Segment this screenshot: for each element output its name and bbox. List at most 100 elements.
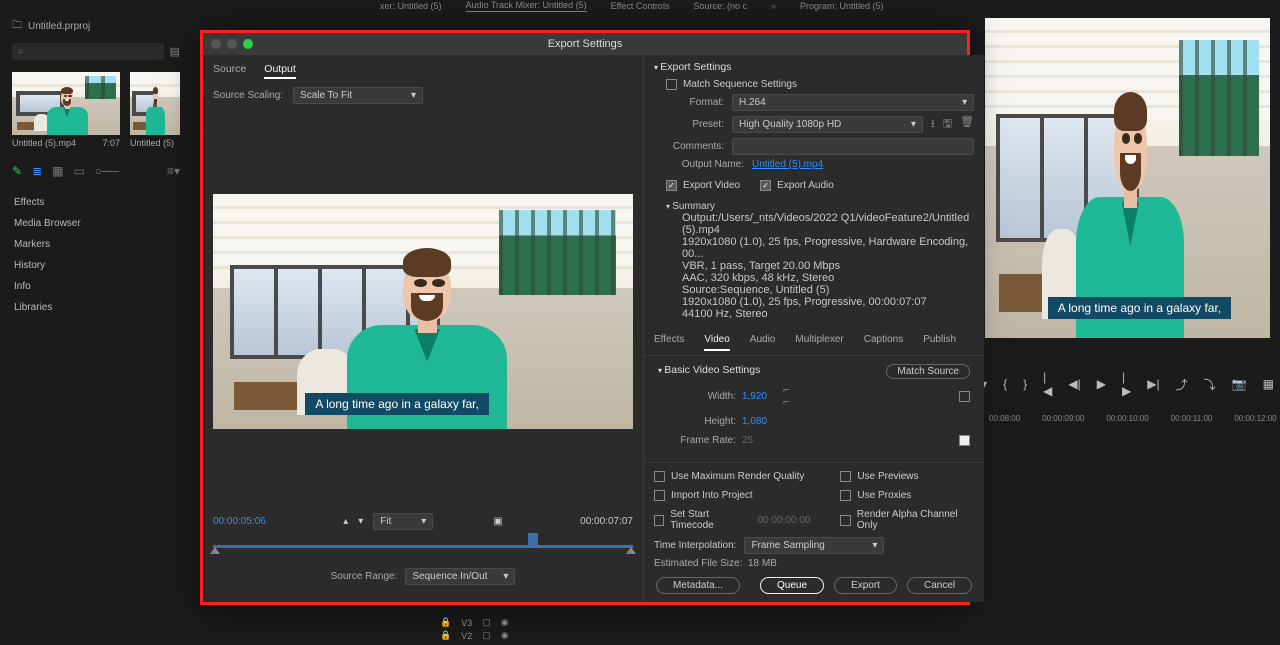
etab-video[interactable]: Video	[704, 334, 729, 351]
close-icon[interactable]	[211, 39, 221, 49]
tab-source[interactable]: Source	[213, 63, 246, 79]
time-interp-select[interactable]: Frame Sampling▾	[744, 537, 884, 554]
timeline-ruler[interactable]: 00:08:00 00:00:09:00 00:00:10:00 00:00:1…	[985, 414, 1270, 423]
nav-item-history[interactable]: History	[6, 255, 186, 276]
format-select[interactable]: H.264▾	[732, 94, 974, 111]
width-override-checkbox[interactable]	[959, 391, 970, 402]
output-name-link[interactable]: Untitled (5).mp4	[752, 159, 823, 170]
time-interp-label: Time Interpolation:	[654, 540, 736, 551]
aspect-icon[interactable]: ▣	[493, 516, 502, 527]
iconview-icon[interactable]: ▦	[52, 164, 63, 178]
source-range-select[interactable]: Sequence In/Out▾	[405, 568, 515, 585]
use-proxies-checkbox[interactable]	[840, 490, 851, 501]
export-settings-dialog: Export Settings Source Output Source Sca…	[200, 30, 970, 605]
lift-icon[interactable]: ⤴	[1176, 376, 1188, 393]
nav-item-libraries[interactable]: Libraries	[6, 297, 186, 318]
save-preset-icon[interactable]: ⭳	[931, 115, 935, 134]
maximize-icon[interactable]	[243, 39, 253, 49]
track-label[interactable]: V3	[461, 618, 472, 628]
export-button[interactable]: Export	[834, 577, 897, 594]
freeform-icon[interactable]: ▭	[73, 164, 84, 178]
nav-item-markers[interactable]: Markers	[6, 234, 186, 255]
track-label[interactable]: V2	[461, 631, 472, 641]
tab-output[interactable]: Output	[264, 63, 296, 79]
widgets-icon[interactable]: ▦	[1263, 377, 1274, 391]
clip-thumbnail[interactable]: Untitled (5).mp47:07	[12, 72, 120, 148]
ws-tab-overflow[interactable]: »	[771, 1, 776, 11]
sort-icon[interactable]: ≡▾	[167, 164, 180, 178]
export-audio-checkbox[interactable]: ✓	[760, 180, 771, 191]
etab-audio[interactable]: Audio	[750, 334, 776, 351]
preset-select[interactable]: High Quality 1080p HD▾	[732, 116, 923, 133]
nav-item-media-browser[interactable]: Media Browser	[6, 213, 186, 234]
step-back-icon[interactable]: |◀	[1043, 370, 1052, 398]
track-toggle-icon[interactable]: ▢	[482, 617, 491, 628]
match-sequence-checkbox[interactable]	[666, 79, 677, 90]
track-lock-icon[interactable]: 🔒	[440, 617, 451, 628]
clip-thumbnail[interactable]: Untitled (5)	[130, 72, 180, 148]
set-start-tc-checkbox[interactable]	[654, 515, 664, 526]
track-eye-icon[interactable]: ◉	[501, 617, 509, 628]
zoom-slider[interactable]: ○──	[95, 164, 119, 178]
zoom-fit-select[interactable]: Fit▾	[373, 513, 433, 530]
framerate-value[interactable]: 25	[742, 435, 753, 446]
framerate-override-checkbox[interactable]	[959, 435, 970, 446]
camera-icon[interactable]: 📷	[1232, 377, 1247, 391]
list-view-icon[interactable]: ▤	[170, 45, 180, 58]
ruler-mark: 00:08:00	[989, 414, 1020, 423]
delete-preset-icon[interactable]: 🗑	[960, 115, 974, 134]
cancel-button[interactable]: Cancel	[907, 577, 972, 594]
search-input[interactable]	[12, 43, 164, 60]
track-eye-icon[interactable]: ◉	[501, 630, 509, 641]
pen-icon[interactable]: ✎	[12, 164, 22, 178]
prev-frame-icon[interactable]: ◀|	[1068, 377, 1080, 391]
ruler-mark: 00:00:11:00	[1171, 414, 1213, 423]
queue-button[interactable]: Queue	[760, 577, 824, 594]
source-scaling-select[interactable]: Scale To Fit▾	[293, 87, 423, 104]
prev-icon[interactable]: ▴	[343, 516, 348, 527]
nav-item-effects[interactable]: Effects	[6, 192, 186, 213]
step-fwd-icon[interactable]: ▶|	[1147, 377, 1159, 391]
etab-publish[interactable]: Publish	[923, 334, 956, 351]
export-settings-header[interactable]: Export Settings	[654, 61, 974, 73]
preview-scrubber[interactable]	[213, 536, 633, 556]
ws-tab-item[interactable]: xer: Untitled (5)	[380, 1, 442, 11]
track-lock-icon[interactable]: 🔒	[440, 630, 451, 641]
export-preview[interactable]: A long time ago in a galaxy far,	[213, 194, 633, 429]
match-source-button[interactable]: Match Source	[886, 364, 970, 379]
minimize-icon[interactable]	[227, 39, 237, 49]
extract-icon[interactable]: ⤵	[1204, 376, 1216, 393]
ws-tab-item[interactable]: Source: (no c	[693, 1, 747, 11]
bin-row[interactable]: 🗀 Untitled.prproj	[6, 14, 186, 39]
metadata-button[interactable]: Metadata...	[656, 577, 740, 594]
timecode-out[interactable]: 00:00:07:07	[580, 516, 633, 527]
etab-multiplexer[interactable]: Multiplexer	[795, 334, 843, 351]
ws-tab-item[interactable]: Audio Track Mixer: Untitled (5)	[466, 0, 587, 12]
track-toggle-icon[interactable]: ▢	[482, 630, 491, 641]
timecode-in[interactable]: 00:00:05:06	[213, 516, 266, 527]
next-frame-icon[interactable]: |▶	[1122, 370, 1131, 398]
etab-effects[interactable]: Effects	[654, 334, 684, 351]
import-preset-icon[interactable]: 🖫	[943, 115, 952, 134]
etab-captions[interactable]: Captions	[864, 334, 903, 351]
ws-tab-item[interactable]: Effect Controls	[611, 1, 670, 11]
nav-item-info[interactable]: Info	[6, 276, 186, 297]
export-video-checkbox[interactable]: ✓	[666, 180, 677, 191]
width-value[interactable]: 1,920	[742, 391, 767, 402]
import-project-checkbox[interactable]	[654, 490, 665, 501]
comments-input[interactable]	[732, 138, 974, 155]
mark-out-icon[interactable]: }	[1023, 377, 1027, 391]
use-previews-checkbox[interactable]	[840, 471, 851, 482]
height-value[interactable]: 1,080	[742, 416, 767, 427]
max-render-quality-checkbox[interactable]	[654, 471, 665, 482]
play-icon[interactable]: ▶	[1097, 377, 1106, 391]
render-alpha-checkbox[interactable]	[840, 515, 851, 526]
mark-in-icon[interactable]: {	[1003, 377, 1007, 391]
next-icon[interactable]: ▾	[358, 516, 363, 527]
listview-icon[interactable]: ≣	[32, 164, 42, 178]
link-dimensions-icon[interactable]: ⌐⌐	[783, 384, 789, 408]
ws-tab-item[interactable]: Program: Untitled (5)	[800, 1, 884, 11]
playhead[interactable]	[528, 533, 538, 545]
dialog-titlebar[interactable]: Export Settings	[203, 33, 967, 55]
program-monitor[interactable]: A long time ago in a galaxy far,	[985, 18, 1270, 338]
